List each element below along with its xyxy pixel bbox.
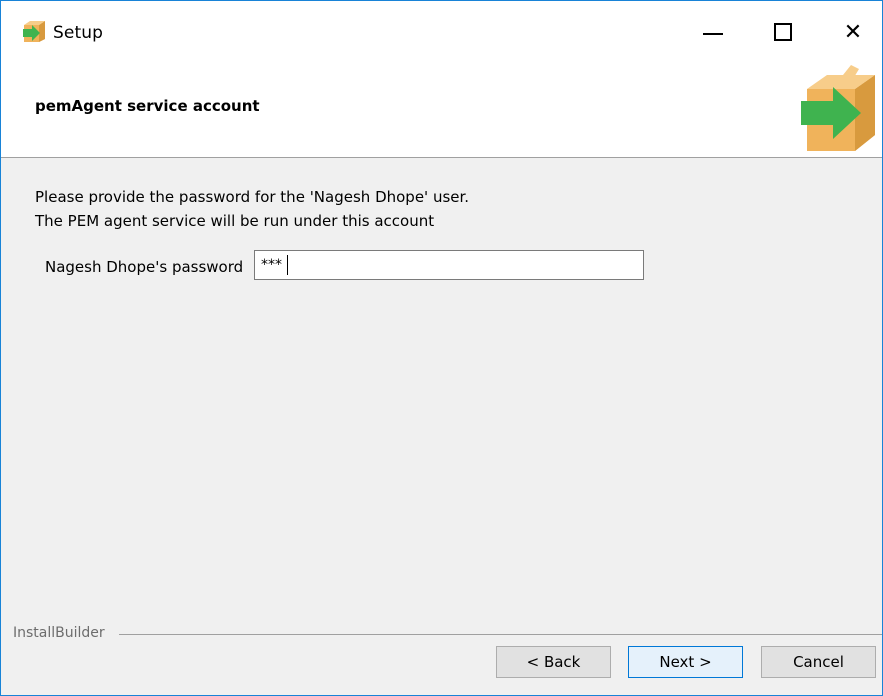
- page-header: pemAgent service account: [1, 63, 882, 158]
- brand-label: InstallBuilder: [13, 625, 105, 641]
- password-field[interactable]: [254, 250, 644, 280]
- setup-window: Setup ✕ pemAgent service account Please …: [0, 0, 883, 696]
- password-label: Nagesh Dhope's password: [45, 258, 244, 276]
- cancel-button[interactable]: Cancel: [761, 646, 876, 678]
- title-bar[interactable]: Setup ✕: [1, 1, 882, 63]
- maximize-icon: [774, 23, 792, 41]
- footer-divider: [119, 634, 882, 635]
- box-arrow-icon: [23, 21, 45, 42]
- back-button[interactable]: < Back: [496, 646, 611, 678]
- minimize-button[interactable]: [683, 1, 743, 63]
- close-button[interactable]: ✕: [823, 1, 883, 63]
- box-arrow-icon: [801, 65, 875, 151]
- instruction-line-2: The PEM agent service will be run under …: [35, 212, 435, 230]
- maximize-button[interactable]: [753, 1, 813, 63]
- instruction-line-1: Please provide the password for the 'Nag…: [35, 188, 470, 206]
- text-caret: [287, 255, 288, 275]
- close-icon: ✕: [843, 19, 863, 45]
- minimize-icon: [703, 33, 723, 35]
- next-button[interactable]: Next >: [628, 646, 743, 678]
- window-title: Setup: [53, 23, 103, 43]
- page-title: pemAgent service account: [35, 97, 260, 115]
